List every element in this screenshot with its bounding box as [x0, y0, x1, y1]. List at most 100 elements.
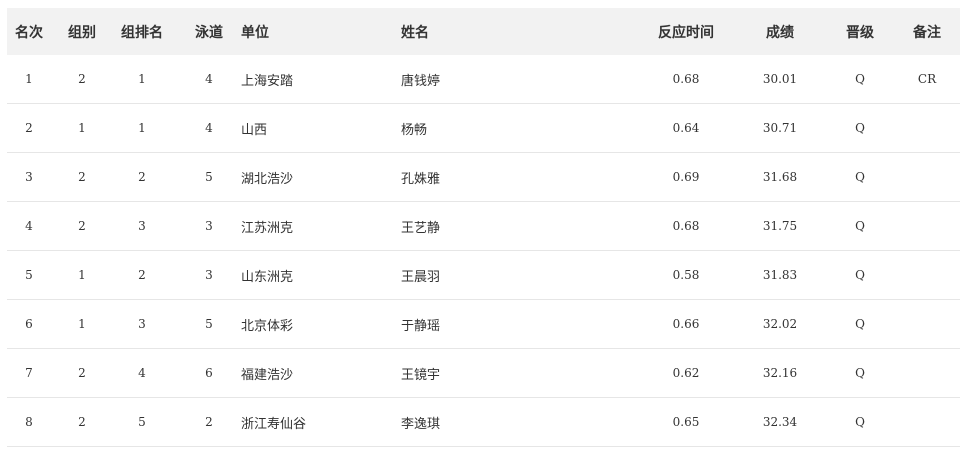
- cell-qualify: Q: [855, 170, 865, 184]
- cell-rank: 3: [25, 170, 33, 184]
- header-unit: 单位: [241, 24, 269, 41]
- cell-note: [905, 300, 949, 348]
- cell-group: 2: [78, 72, 86, 86]
- cell-qualify: Q: [855, 121, 865, 135]
- table-row: 1 2 1 4 上海安踏 唐钱婷 0.68 30.01 Q CR: [7, 55, 960, 104]
- cell-note: [905, 153, 949, 201]
- table-row: 4 2 3 3 江苏洲克 王艺静 0.68 31.75 Q: [7, 202, 960, 251]
- cell-reaction-time: 0.68: [672, 219, 700, 233]
- cell-reaction-time: 0.62: [672, 366, 700, 380]
- cell-group: 2: [78, 366, 86, 380]
- cell-athlete-name: 唐钱婷: [401, 73, 441, 89]
- cell-group-rank: 4: [138, 366, 146, 380]
- cell-unit: 北京体彩: [241, 318, 294, 334]
- cell-lane: 6: [205, 366, 213, 380]
- cell-lane: 5: [205, 170, 213, 184]
- header-group: 组别: [68, 24, 96, 41]
- cell-group: 2: [78, 219, 86, 233]
- cell-unit: 浙江寿仙谷: [241, 416, 307, 432]
- cell-rank: 8: [25, 415, 33, 429]
- cell-lane: 4: [205, 121, 213, 135]
- cell-result: 31.75: [762, 219, 798, 233]
- cell-note: [905, 104, 949, 152]
- header-lane: 泳道: [195, 24, 223, 41]
- header-rank: 名次: [15, 24, 43, 41]
- cell-qualify: Q: [855, 366, 865, 380]
- cell-reaction-time: 0.69: [672, 170, 700, 184]
- cell-unit: 上海安踏: [241, 73, 294, 89]
- cell-athlete-name: 王晨羽: [401, 269, 441, 285]
- header-name: 姓名: [401, 24, 429, 41]
- header-reaction-time: 反应时间: [658, 24, 714, 41]
- cell-athlete-name: 杨畅: [401, 122, 428, 138]
- cell-athlete-name: 李逸琪: [401, 416, 441, 432]
- cell-reaction-time: 0.65: [672, 415, 700, 429]
- cell-group: 1: [78, 268, 86, 282]
- cell-rank: 5: [25, 268, 33, 282]
- cell-result: 31.68: [762, 170, 798, 184]
- cell-unit: 江苏洲克: [241, 220, 294, 236]
- header-group-rank: 组排名: [121, 24, 163, 41]
- cell-group-rank: 3: [138, 317, 146, 331]
- cell-athlete-name: 孔姝雅: [401, 171, 441, 187]
- table-row: 7 2 4 6 福建浩沙 王镜宇 0.62 32.16 Q: [7, 349, 960, 398]
- cell-reaction-time: 0.64: [672, 121, 700, 135]
- cell-qualify: Q: [855, 219, 865, 233]
- cell-result: 32.34: [762, 415, 798, 429]
- cell-rank: 7: [25, 366, 33, 380]
- table-row: 5 1 2 3 山东洲克 王晨羽 0.58 31.83 Q: [7, 251, 960, 300]
- cell-group: 2: [78, 170, 86, 184]
- cell-result: 32.16: [762, 366, 798, 380]
- cell-athlete-name: 于静瑶: [401, 318, 441, 334]
- header-qualify: 晋级: [846, 24, 874, 41]
- cell-qualify: Q: [855, 317, 865, 331]
- cell-qualify: Q: [855, 415, 865, 429]
- cell-note: [905, 251, 949, 299]
- table-row: 2 1 1 4 山西 杨畅 0.64 30.71 Q: [7, 104, 960, 153]
- cell-unit: 湖北浩沙: [241, 171, 294, 187]
- cell-lane: 4: [205, 72, 213, 86]
- cell-result: 30.01: [762, 72, 798, 86]
- cell-lane: 3: [205, 268, 213, 282]
- cell-group-rank: 2: [138, 268, 146, 282]
- table-row: 8 2 5 2 浙江寿仙谷 李逸琪 0.65 32.34 Q: [7, 398, 960, 447]
- cell-athlete-name: 王艺静: [401, 220, 441, 236]
- table-row: 3 2 2 5 湖北浩沙 孔姝雅 0.69 31.68 Q: [7, 153, 960, 202]
- cell-group-rank: 5: [138, 415, 146, 429]
- cell-note: CR: [917, 72, 937, 86]
- cell-group-rank: 2: [138, 170, 146, 184]
- cell-unit: 福建浩沙: [241, 367, 294, 383]
- cell-group-rank: 1: [138, 72, 146, 86]
- cell-rank: 2: [25, 121, 33, 135]
- cell-athlete-name: 王镜宇: [401, 367, 441, 383]
- cell-note: [905, 202, 949, 250]
- cell-qualify: Q: [855, 268, 865, 282]
- cell-group: 2: [78, 415, 86, 429]
- cell-unit: 山东洲克: [241, 269, 294, 285]
- cell-lane: 5: [205, 317, 213, 331]
- cell-reaction-time: 0.68: [672, 72, 700, 86]
- cell-result: 32.02: [762, 317, 798, 331]
- cell-group: 1: [78, 121, 86, 135]
- results-table: 名次 组别 组排名 泳道 单位 姓名 反应时间 成绩 晋级 备注 1 2 1 4 上海安…: [7, 8, 960, 447]
- cell-reaction-time: 0.58: [672, 268, 700, 282]
- cell-reaction-time: 0.66: [672, 317, 700, 331]
- cell-note: [905, 398, 949, 446]
- table-row: 6 1 3 5 北京体彩 于静瑶 0.66 32.02 Q: [7, 300, 960, 349]
- cell-rank: 4: [25, 219, 33, 233]
- table-body: 1 2 1 4 上海安踏 唐钱婷 0.68 30.01 Q CR 2 1 1 4 山西 杨畅 0.64 30.71…: [7, 55, 960, 447]
- header-note: 备注: [913, 24, 941, 41]
- cell-lane: 3: [205, 219, 213, 233]
- cell-result: 30.71: [762, 121, 798, 135]
- cell-group-rank: 3: [138, 219, 146, 233]
- header-result: 成绩: [766, 24, 794, 41]
- cell-lane: 2: [205, 415, 213, 429]
- cell-note: [905, 349, 949, 397]
- cell-group: 1: [78, 317, 86, 331]
- cell-group-rank: 1: [138, 121, 146, 135]
- cell-rank: 6: [25, 317, 33, 331]
- cell-qualify: Q: [855, 72, 865, 86]
- cell-rank: 1: [25, 72, 33, 86]
- cell-result: 31.83: [762, 268, 798, 282]
- cell-unit: 山西: [241, 122, 268, 138]
